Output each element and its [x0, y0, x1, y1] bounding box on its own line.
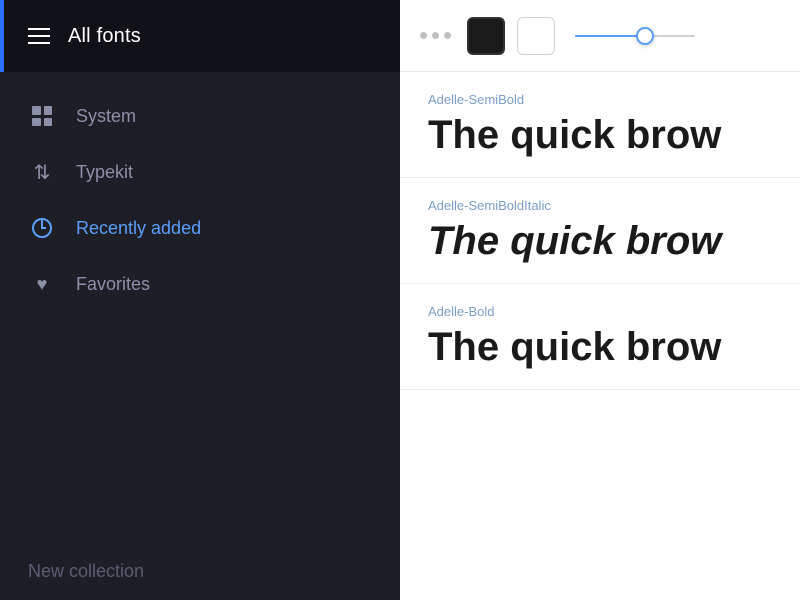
font-name-adelle-semibolditalic: Adelle-SemiBoldItalic	[428, 198, 772, 213]
sidebar-item-favorites[interactable]: ♥ Favorites	[0, 256, 400, 312]
sidebar-nav: System ⇅ Typekit Recently added ♥ Favori…	[0, 72, 400, 543]
font-name-adelle-bold: Adelle-Bold	[428, 304, 772, 319]
windows-icon	[28, 102, 56, 130]
sidebar-item-system[interactable]: System	[0, 88, 400, 144]
font-size-slider-container	[567, 35, 780, 37]
font-item-adelle-bold: Adelle-Bold The quick brow	[400, 284, 800, 390]
sidebar-item-label-system: System	[76, 106, 136, 127]
sidebar: All fonts System ⇅ Typekit Recently adde…	[0, 0, 400, 600]
font-size-slider-thumb[interactable]	[636, 27, 654, 45]
sidebar-item-typekit[interactable]: ⇅ Typekit	[0, 144, 400, 200]
light-color-swatch[interactable]	[517, 17, 555, 55]
sidebar-item-label-favorites: Favorites	[76, 274, 150, 295]
font-item-adelle-semibold: Adelle-SemiBold The quick brow	[400, 72, 800, 178]
sidebar-item-label-recently-added: Recently added	[76, 218, 201, 239]
font-name-adelle-semibold: Adelle-SemiBold	[428, 92, 772, 107]
new-collection-button[interactable]: New collection	[0, 543, 400, 600]
sidebar-item-recently-added[interactable]: Recently added	[0, 200, 400, 256]
font-item-adelle-semibolditalic: Adelle-SemiBoldItalic The quick brow	[400, 178, 800, 284]
typekit-icon: ⇅	[28, 158, 56, 186]
clock-icon	[28, 214, 56, 242]
main-content: Adelle-SemiBold The quick brow Adelle-Se…	[400, 0, 800, 600]
font-preview-adelle-semibolditalic: The quick brow	[428, 219, 772, 263]
sidebar-title: All fonts	[68, 25, 141, 48]
sidebar-item-label-typekit: Typekit	[76, 162, 133, 183]
hamburger-icon[interactable]	[28, 28, 50, 44]
font-size-slider-track[interactable]	[575, 35, 695, 37]
font-preview-adelle-semibold: The quick brow	[428, 113, 772, 157]
font-list: Adelle-SemiBold The quick brow Adelle-Se…	[400, 72, 800, 600]
dark-color-swatch[interactable]	[467, 17, 505, 55]
toolbar	[400, 0, 800, 72]
heart-icon: ♥	[28, 270, 56, 298]
more-options-icon[interactable]	[420, 32, 451, 39]
font-preview-adelle-bold: The quick brow	[428, 325, 772, 369]
sidebar-header: All fonts	[0, 0, 400, 72]
